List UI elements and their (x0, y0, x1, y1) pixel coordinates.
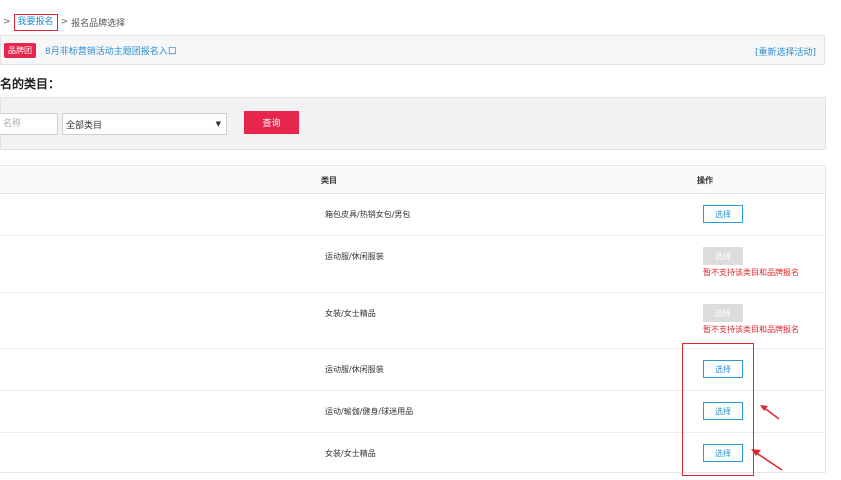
unsupported-note: 暂不支持该类目和品牌报名 (703, 268, 799, 277)
column-header-operation: 操作 (697, 176, 713, 185)
select-button[interactable]: 选择 (703, 444, 743, 462)
select-button[interactable]: 选择 (703, 205, 743, 223)
select-button-disabled: 选择 (703, 304, 743, 322)
select-button[interactable]: 选择 (703, 402, 743, 420)
row-category: 箱包皮具/热销女包/男包 (325, 210, 411, 219)
row-category: 运动/瑜伽/健身/球迷用品 (325, 407, 414, 416)
category-table: 类目 操作 箱包皮具/热销女包/男包 选择 运动服/休闲服装 选择 暂不支持该类… (0, 165, 826, 473)
column-header-category: 类目 (321, 176, 337, 185)
breadcrumb-separator: > (3, 17, 11, 27)
table-row: 运动服/休闲服装 选择 暂不支持该类目和品牌报名 (0, 236, 825, 293)
filter-panel: 全部类目 ▼ 查询 (0, 97, 826, 150)
table-row: 运动服/休闲服装 选择 (0, 349, 825, 391)
table-row: 女装/女士精品 选择 暂不支持该类目和品牌报名 (0, 293, 825, 349)
query-button[interactable]: 查询 (244, 111, 299, 134)
row-category: 女装/女士精品 (325, 449, 376, 458)
unsupported-note: 暂不支持该类目和品牌报名 (703, 325, 799, 334)
row-category: 女装/女士精品 (325, 309, 376, 318)
brand-group-badge: 品牌团 (4, 42, 36, 58)
row-category: 运动服/休闲服装 (325, 252, 384, 261)
table-header: 类目 操作 (0, 166, 825, 194)
breadcrumb-current: 报名品牌选择 (71, 18, 126, 29)
breadcrumb: > 我要报名 > 报名品牌选择 (0, 13, 126, 31)
breadcrumb-link-signup[interactable]: 我要报名 (13, 13, 58, 31)
select-button[interactable]: 选择 (703, 360, 743, 378)
activity-title-link[interactable]: 8月非标营销活动主题团报名入口 (45, 44, 177, 57)
table-row: 女装/女士精品 选择 (0, 433, 825, 474)
row-category: 运动服/休闲服装 (325, 365, 384, 374)
select-button-disabled: 选择 (703, 247, 743, 265)
reselect-activity-link[interactable]: [重新选择活动] (755, 45, 816, 58)
name-search-input[interactable] (0, 113, 58, 135)
caret-down-icon: ▼ (215, 120, 221, 128)
table-row: 箱包皮具/热销女包/男包 选择 (0, 194, 825, 236)
section-title: 名的类目： (0, 77, 61, 91)
activity-bar: 品牌团 8月非标营销活动主题团报名入口 [重新选择活动] (0, 35, 825, 65)
category-select-value: 全部类目 (66, 120, 103, 131)
table-row: 运动/瑜伽/健身/球迷用品 选择 (0, 391, 825, 433)
breadcrumb-separator: > (60, 17, 69, 27)
category-select[interactable]: 全部类目 ▼ (62, 113, 227, 135)
